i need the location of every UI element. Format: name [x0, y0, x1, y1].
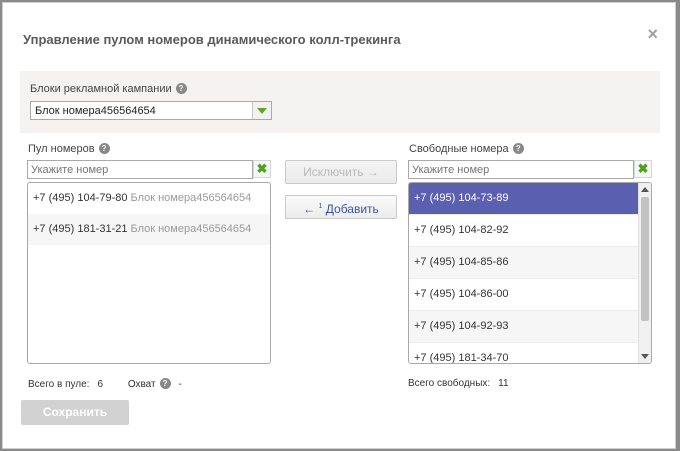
coverage-label: Охват [127, 379, 156, 390]
coverage-value: - [178, 379, 182, 390]
pool-item-block: Блок номера456564654 [130, 192, 252, 204]
free-list-item[interactable]: +7 (495) 104-86-00 [409, 279, 638, 311]
pool-label-text: Пул номеров [28, 143, 95, 155]
pool-clear-icon[interactable]: ✖ [253, 160, 271, 178]
add-button[interactable]: ← 1 Добавить [285, 195, 397, 219]
arrow-left-icon: ← [303, 202, 316, 216]
save-button[interactable]: Сохранить [21, 400, 129, 425]
pool-list[interactable]: +7 (495) 104-79-80 Блок номера456564654 +… [27, 182, 271, 364]
pool-item-number: +7 (495) 104-79-80 [33, 192, 128, 204]
chevron-down-icon[interactable] [252, 102, 271, 119]
help-icon[interactable]: ? [175, 83, 187, 94]
campaign-blocks-label-text: Блоки рекламной кампании [30, 83, 172, 95]
free-list-item[interactable]: +7 (495) 104-85-86 [409, 247, 638, 279]
free-list-item[interactable]: +7 (495) 104-82-92 [409, 215, 638, 247]
help-icon[interactable]: ? [98, 143, 110, 154]
free-list-scrollbar[interactable] [638, 183, 651, 363]
free-numbers-label-text: Свободные номера [409, 143, 509, 155]
free-clear-icon[interactable]: ✖ [634, 160, 652, 178]
exclude-button[interactable]: Исключить → [285, 160, 397, 184]
free-list-item[interactable]: +7 (495) 104-92-93 [409, 311, 638, 343]
campaign-block-value: Блок номера456564654 [35, 105, 156, 117]
pool-search-input[interactable] [27, 160, 253, 179]
pool-total-label: Всего в пуле: [28, 379, 90, 390]
free-total-value: 11 [498, 378, 509, 389]
add-button-label: Добавить [325, 202, 379, 216]
call-tracking-pool-dialog: Управление пулом номеров динамического к… [2, 2, 676, 449]
add-count-superscript: 1 [318, 203, 323, 210]
campaign-blocks-label: Блоки рекламной кампании? [30, 83, 187, 95]
free-list-item[interactable]: +7 (495) 181-34-70 [409, 343, 638, 363]
free-total-label: Всего свободных: [408, 378, 491, 389]
dialog-title: Управление пулом номеров динамического к… [23, 32, 401, 47]
pool-list-item[interactable]: +7 (495) 104-79-80 Блок номера456564654 [28, 183, 270, 214]
pool-label: Пул номеров? [28, 143, 110, 155]
free-numbers-list[interactable]: +7 (495) 104-73-89 +7 (495) 104-82-92 +7… [408, 182, 652, 364]
campaign-blocks-panel: Блоки рекламной кампании? Блок номера456… [20, 71, 660, 133]
help-icon[interactable]: ? [512, 143, 524, 154]
free-search-input[interactable] [408, 160, 634, 179]
help-icon[interactable]: ? [159, 378, 171, 389]
scroll-down-icon[interactable] [641, 354, 649, 359]
pool-stats: Всего в пуле: 6 Охват? - [28, 378, 182, 390]
pool-list-item[interactable]: +7 (495) 181-31-21 Блок номера456564654 [28, 214, 270, 245]
scroll-up-icon[interactable] [641, 187, 649, 192]
campaign-block-select[interactable]: Блок номера456564654 [30, 101, 272, 120]
scroll-thumb[interactable] [641, 197, 649, 321]
pool-item-number: +7 (495) 181-31-21 [33, 223, 128, 235]
free-stats: Всего свободных: 11 [408, 378, 509, 389]
free-list-item[interactable]: +7 (495) 104-73-89 [409, 183, 638, 215]
pool-total-value: 6 [97, 379, 104, 390]
pool-item-block: Блок номера456564654 [130, 223, 252, 235]
free-list-items: +7 (495) 104-73-89 +7 (495) 104-82-92 +7… [409, 183, 638, 363]
close-icon[interactable]: × [647, 25, 658, 43]
free-numbers-label: Свободные номера? [409, 143, 524, 155]
